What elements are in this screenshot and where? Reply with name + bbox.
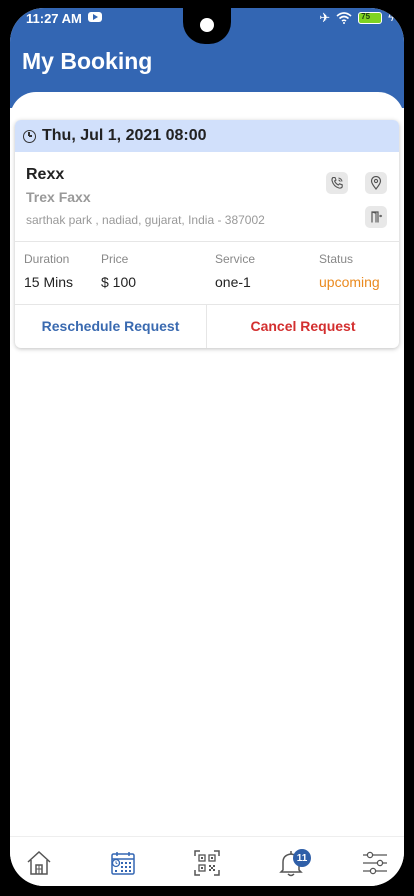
phone-icon	[331, 176, 343, 189]
notification-count-badge: 11	[293, 849, 311, 867]
nav-settings[interactable]	[357, 845, 393, 881]
customer-address: sarthak park , nadiad, gujarat, India - …	[26, 213, 265, 227]
door-exit-icon	[371, 211, 383, 223]
battery-level: 75	[361, 12, 371, 21]
company-name: Trex Faxx	[26, 189, 91, 205]
calendar-clock-icon	[111, 852, 135, 875]
reschedule-request-button[interactable]: Reschedule Request	[15, 304, 206, 348]
nav-qr-scan[interactable]	[189, 845, 225, 881]
status-badge: upcoming	[319, 274, 380, 290]
booking-card[interactable]: Thu, Jul 1, 2021 08:00 Rexx Trex Faxx sa…	[15, 120, 399, 348]
nav-notifications[interactable]: 11	[273, 845, 311, 881]
service-stat: Service one-1	[215, 252, 255, 290]
camera-notch	[183, 8, 231, 44]
screen: 11:27 AM ✈ 75 ϟ My Booking Thu, Jul 1, 2…	[10, 8, 404, 886]
wifi-icon	[336, 12, 352, 24]
nav-bookings[interactable]	[105, 845, 141, 881]
camera-icon	[200, 18, 214, 32]
card-divider	[15, 241, 399, 242]
youtube-icon	[88, 12, 102, 22]
status-label: Status	[319, 252, 354, 266]
battery-icon: 75	[358, 12, 383, 24]
cancel-request-button[interactable]: Cancel Request	[207, 304, 399, 348]
phone-frame: 11:27 AM ✈ 75 ϟ My Booking Thu, Jul 1, 2…	[0, 0, 414, 896]
price-stat: Price $ 100	[101, 252, 136, 290]
price-value: $ 100	[101, 274, 137, 290]
service-label: Service	[215, 252, 256, 266]
booking-date-header: Thu, Jul 1, 2021 08:00	[15, 120, 399, 152]
clock-icon	[23, 129, 36, 143]
status-icons: ✈ 75 ϟ	[319, 10, 394, 26]
sliders-icon	[363, 851, 387, 875]
status-stat: Status upcoming	[319, 252, 380, 290]
charging-icon: ϟ	[388, 12, 394, 24]
status-time: 11:27 AM	[26, 11, 82, 26]
customer-name: Rexx	[26, 166, 65, 183]
call-button[interactable]	[326, 172, 348, 194]
airplane-icon: ✈	[319, 10, 331, 25]
page-title: My Booking	[22, 48, 153, 74]
bottom-navigation: 11	[10, 836, 404, 886]
location-pin-icon	[370, 176, 382, 190]
duration-label: Duration	[24, 252, 70, 266]
location-button[interactable]	[365, 172, 387, 194]
qr-code-icon	[194, 850, 220, 876]
price-label: Price	[101, 252, 129, 266]
duration-value: 15 Mins	[24, 274, 74, 290]
nav-home[interactable]	[21, 845, 57, 881]
duration-stat: Duration 15 Mins	[24, 252, 73, 290]
home-icon	[27, 850, 51, 875]
booking-datetime: Thu, Jul 1, 2021 08:00	[42, 127, 207, 144]
directions-button[interactable]	[365, 206, 387, 228]
service-value: one-1	[215, 274, 251, 290]
